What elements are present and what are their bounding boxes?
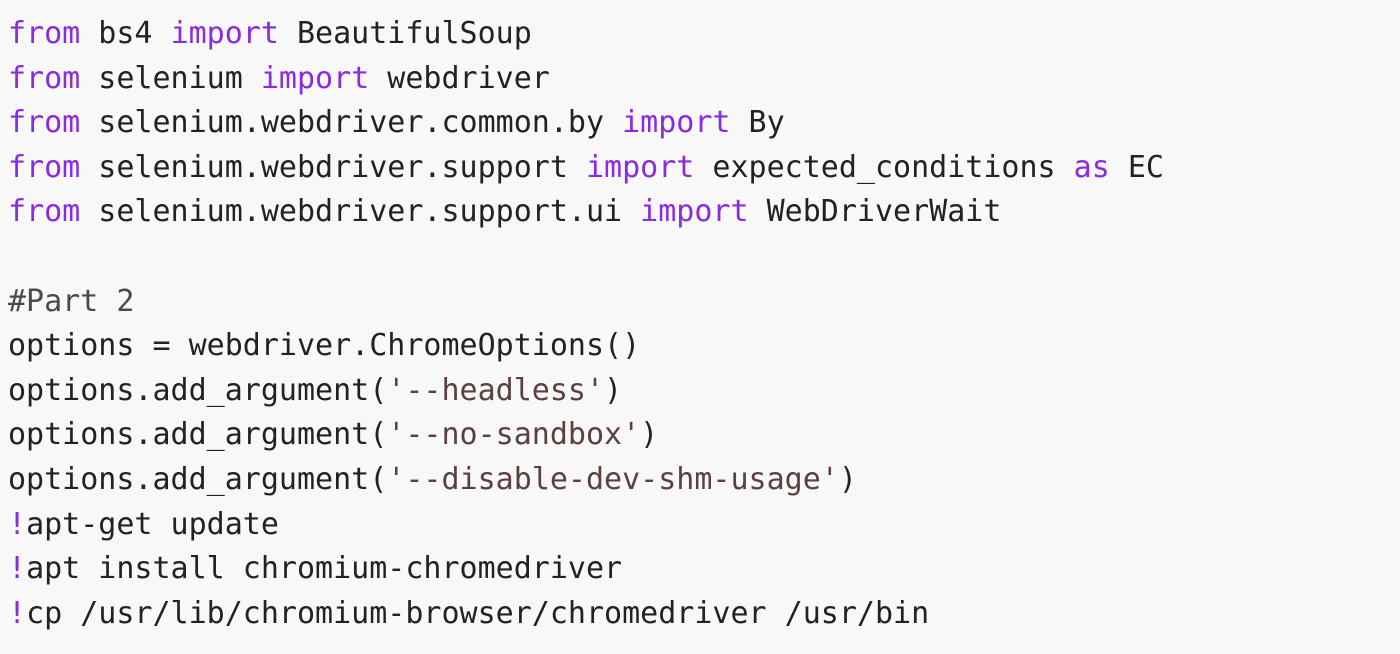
code-comment: #Part 2 (8, 283, 135, 319)
code-keyword: import (170, 16, 279, 51)
code-text: webdriver (369, 60, 550, 96)
code-text: options.add_argument( (8, 372, 388, 408)
code-text: selenium.webdriver.support (80, 149, 586, 185)
code-block: from bs4 import BeautifulSoup from seleni… (0, 0, 1400, 654)
code-keyword: from (8, 194, 81, 230)
code-text: By (730, 105, 785, 141)
code-keyword: from (8, 105, 81, 141)
code-line: !apt-get update (8, 503, 1400, 548)
code-keyword: import (260, 60, 370, 96)
code-line: #Part 2 (8, 280, 1400, 325)
code-keyword: as (1073, 149, 1110, 185)
shell-bang: ! (8, 506, 27, 542)
code-text: cp /usr/lib/chromium-browser/chromedrive… (26, 595, 930, 631)
code-text: selenium (80, 60, 261, 96)
code-line: options.add_argument('--headless') (8, 369, 1400, 414)
code-text: apt-get update (26, 506, 279, 542)
code-text: WebDriverWait (748, 194, 1002, 230)
code-keyword: from (8, 16, 81, 51)
code-text: EC (1109, 149, 1164, 185)
blank-code-line (8, 235, 1400, 280)
code-keyword: import (622, 105, 731, 141)
code-string: '--no-sandbox' (387, 417, 641, 453)
code-string: '--headless' (387, 372, 605, 408)
code-text: apt install chromium-chromedriver (26, 551, 623, 587)
code-line: !cp /usr/lib/chromium-browser/chromedriv… (8, 592, 1400, 637)
code-keyword: import (585, 149, 695, 185)
code-text: selenium.webdriver.common.by (80, 105, 623, 141)
code-text: bs4 (80, 16, 171, 51)
code-text: options.add_argument( (8, 417, 388, 453)
code-text: BeautifulSoup (278, 16, 532, 51)
code-text: ) (604, 372, 623, 408)
code-line: options = webdriver.ChromeOptions() (8, 324, 1400, 369)
code-line: options.add_argument('--disable-dev-shm-… (8, 458, 1400, 503)
code-line: from selenium import webdriver (8, 57, 1400, 102)
code-line: from selenium.webdriver.support import e… (8, 146, 1400, 191)
code-line: from bs4 import BeautifulSoup (8, 12, 1400, 57)
code-string: '--disable-dev-shm-usage' (387, 461, 839, 497)
code-line: !apt install chromium-chromedriver (8, 547, 1400, 592)
code-text: expected_conditions (694, 149, 1074, 185)
code-text: selenium.webdriver.support.ui (80, 194, 641, 230)
code-keyword: from (8, 60, 81, 96)
code-text: ) (838, 461, 857, 497)
code-line: options.add_argument('--no-sandbox') (8, 413, 1400, 458)
shell-bang: ! (8, 551, 27, 587)
code-text: options.add_argument( (8, 461, 388, 497)
code-line: from selenium.webdriver.support.ui impor… (8, 190, 1400, 235)
code-line: from selenium.webdriver.common.by import… (8, 101, 1400, 146)
code-text: options = webdriver.ChromeOptions() (8, 328, 641, 364)
code-keyword: import (640, 194, 749, 230)
shell-bang: ! (8, 595, 27, 631)
code-text: ) (640, 417, 659, 453)
code-keyword: from (8, 149, 81, 185)
